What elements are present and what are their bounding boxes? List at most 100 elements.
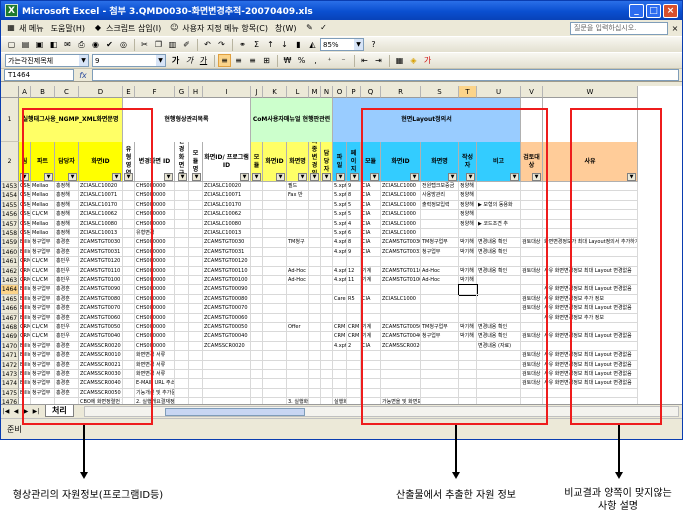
cut-icon[interactable]: ✂ — [138, 38, 151, 51]
cell-f1454[interactable]: CHS000000 — [135, 191, 175, 201]
cell-n1453[interactable] — [321, 182, 333, 192]
cell-c1457[interactable]: 홍정해 — [55, 219, 79, 229]
cell-j1467[interactable] — [251, 313, 263, 323]
autofilter-m-icon[interactable]: ▼ — [310, 173, 319, 181]
increase-decimal-icon[interactable]: ⁺ — [323, 54, 336, 67]
cell-t1456[interactable]: 정양해 — [459, 210, 477, 220]
underline-button[interactable]: 가 — [197, 54, 210, 67]
cell-h1470[interactable] — [189, 341, 203, 352]
column-header-p[interactable]: P — [347, 86, 361, 98]
cell-k1473[interactable] — [263, 370, 287, 380]
align-right-icon[interactable]: ≡ — [246, 54, 259, 67]
cell-l1473[interactable] — [287, 370, 309, 380]
cell-p1467[interactable] — [347, 313, 361, 323]
cell-r1468[interactable]: ZCAMSTGT0050 — [381, 323, 421, 333]
cell-k1454[interactable] — [263, 191, 287, 201]
cell-f1472[interactable]: 화면변경 서류 — [135, 360, 175, 370]
cell-a1472[interactable]: Billing — [19, 360, 31, 370]
cell-t1455[interactable]: 정양해 — [459, 200, 477, 211]
cell-m1455[interactable] — [309, 200, 321, 211]
cell-e1462[interactable] — [123, 266, 135, 276]
cell-q1475[interactable] — [361, 388, 381, 399]
cell-f1460[interactable]: CHS000000 — [135, 247, 175, 258]
cell-j1455[interactable] — [251, 200, 263, 211]
cell-s1464[interactable] — [421, 285, 459, 295]
row-header-1462[interactable]: 1462 — [1, 266, 19, 276]
cell-a1464[interactable]: Billing — [19, 285, 31, 295]
select-all-corner[interactable] — [1, 86, 19, 98]
autofilter-o-icon[interactable]: ▼ — [336, 173, 345, 181]
cell-j1463[interactable] — [251, 276, 263, 286]
cell-a1475[interactable]: Billing — [19, 388, 31, 399]
cell-h1463[interactable] — [189, 276, 203, 286]
cell-s1474[interactable] — [421, 379, 459, 389]
cell-i1469[interactable]: ZCAMSTGT00040 — [203, 332, 251, 342]
cell-d1474[interactable]: ZCAMSSCR0040 — [79, 379, 123, 389]
cell-u1457[interactable]: ▶ 코드조견 추 — [477, 219, 521, 229]
cell-m1464[interactable] — [309, 285, 321, 295]
cell-s1465[interactable] — [421, 294, 459, 305]
cell-h1472[interactable] — [189, 360, 203, 370]
cell-r1453[interactable]: ZCIASLC1000 — [381, 182, 421, 192]
cell-c1464[interactable]: 홍경훈 — [55, 285, 79, 295]
cell-e1472[interactable] — [123, 360, 135, 370]
column-header-e[interactable]: E — [123, 86, 135, 98]
cell-u1459[interactable]: 변경내용 확인 — [477, 238, 521, 248]
cell-n1472[interactable] — [321, 360, 333, 370]
autofilter-a-icon[interactable]: ▼ — [20, 173, 29, 181]
cell-g1454[interactable] — [175, 191, 189, 201]
cell-t1473[interactable] — [459, 370, 477, 380]
cell-e1467[interactable] — [123, 313, 135, 323]
cell-h1474[interactable] — [189, 379, 203, 389]
cell-f1474[interactable]: E-MAIL URL 주소 — [135, 379, 175, 389]
cell-f1455[interactable]: CHS000000 — [135, 200, 175, 211]
row-header-1467[interactable]: 1467 — [1, 313, 19, 323]
row-header-1454[interactable]: 1454 — [1, 191, 19, 201]
cell-u1463[interactable] — [477, 276, 521, 286]
cell-q1471[interactable] — [361, 351, 381, 361]
cell-p1459[interactable]: 8 — [347, 238, 361, 248]
autofilter-k-icon[interactable]: ▼ — [276, 173, 285, 181]
cell-m1470[interactable] — [309, 341, 321, 352]
cell-h1467[interactable] — [189, 313, 203, 323]
cell-w1475[interactable] — [543, 388, 638, 399]
row-header-1471[interactable]: 1471 — [1, 351, 19, 361]
cell-q1466[interactable] — [361, 304, 381, 314]
cell-h1460[interactable] — [189, 247, 203, 258]
cell-p1461[interactable] — [347, 257, 361, 267]
cell-r1455[interactable]: ZCIASLC1000 — [381, 200, 421, 211]
cell-p1474[interactable] — [347, 379, 361, 389]
cell-b1468[interactable]: CL/CM — [31, 323, 55, 333]
cell-o1473[interactable] — [333, 370, 347, 380]
cell-d1456[interactable]: ZCIASLC10062 — [79, 210, 123, 220]
cell-k1455[interactable] — [263, 200, 287, 211]
cell-i1455[interactable]: ZCIASLC10170 — [203, 200, 251, 211]
cell-c1471[interactable]: 홍경훈 — [55, 351, 79, 361]
cell-j1457[interactable] — [251, 219, 263, 229]
cell-s1473[interactable] — [421, 370, 459, 380]
cell-m1469[interactable] — [309, 332, 321, 342]
cell-r1465[interactable]: ZCIASLC1000 — [381, 294, 421, 305]
cell-s1468[interactable]: TM청구업무 — [421, 323, 459, 333]
row-header-1468[interactable]: 1468 — [1, 323, 19, 333]
cell-b1466[interactable]: 청구업무 — [31, 304, 55, 314]
cell-u1475[interactable] — [477, 388, 521, 399]
row-header-1473[interactable]: 1473 — [1, 370, 19, 380]
cell-w1455[interactable] — [543, 200, 638, 211]
cell-v1465[interactable]: 검토대상 — [521, 294, 543, 305]
autofilter-t-icon[interactable]: ▼ — [466, 173, 475, 181]
cell-j1462[interactable] — [251, 266, 263, 276]
cell-l1470[interactable] — [287, 341, 309, 352]
cell-e1459[interactable] — [123, 238, 135, 248]
spreadsheet-grid[interactable]: ABCDEFGHIJKLMNOPQRSTUVW 1 2 1453 1454 1455 14… — [1, 86, 682, 404]
cell-t1463[interactable]: 박기해 — [459, 276, 477, 286]
cell-j1466[interactable] — [251, 304, 263, 314]
cell-u1460[interactable]: 변경내용 확인 — [477, 247, 521, 258]
cell-d1464[interactable]: ZCAMSTGT0090 — [79, 285, 123, 295]
cell-o1465[interactable]: Care — [333, 294, 347, 305]
cell-q1460[interactable]: CIA — [361, 247, 381, 258]
cell-k1459[interactable] — [263, 238, 287, 248]
cell-e1469[interactable] — [123, 332, 135, 342]
cell-f1466[interactable]: CHS000000 — [135, 304, 175, 314]
column-header-t[interactable]: T — [459, 86, 477, 98]
